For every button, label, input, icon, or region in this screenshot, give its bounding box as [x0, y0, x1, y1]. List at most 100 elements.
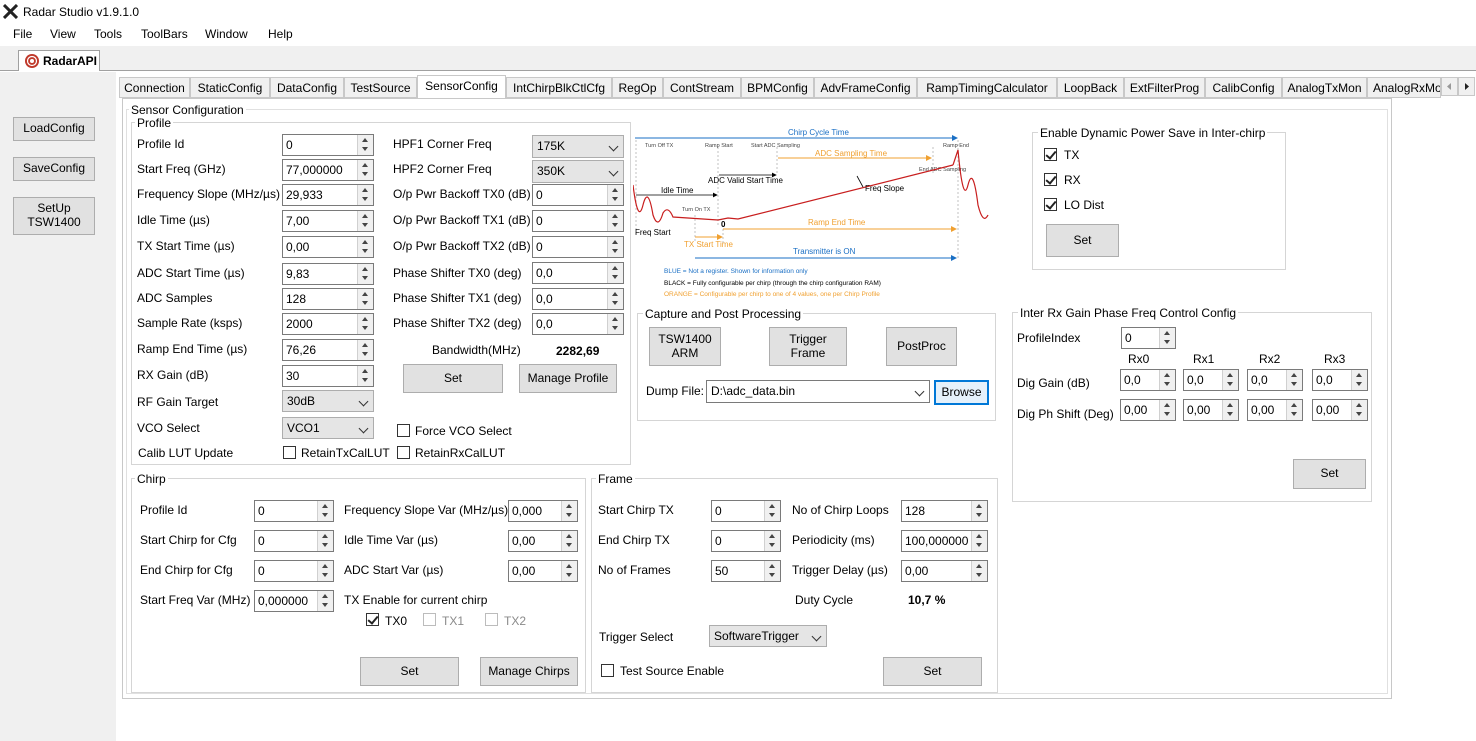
spin-icon[interactable] [561, 531, 577, 551]
spin-icon[interactable] [317, 501, 333, 521]
dig-ph-rx0-input[interactable]: 0,00 [1120, 399, 1176, 421]
tab-intchirpblkctlcfg[interactable]: IntChirpBlkCtlCfg [506, 77, 612, 98]
spin-icon[interactable] [1286, 400, 1302, 420]
phase-shifter-tx0-input[interactable]: 0,0 [532, 262, 624, 284]
tab-advframeconfig[interactable]: AdvFrameConfig [814, 77, 917, 98]
power-save-tx-checkbox[interactable] [1044, 148, 1057, 161]
start-chirp-tx-input[interactable]: 0 [711, 500, 781, 522]
spin-icon[interactable] [607, 211, 623, 231]
freq-slope-input[interactable]: 29,933 [282, 184, 374, 206]
tab-regop[interactable]: RegOp [612, 77, 663, 98]
dig-ph-rx3-input[interactable]: 0,00 [1312, 399, 1368, 421]
tab-connection[interactable]: Connection [119, 77, 190, 98]
trigger-delay-input[interactable]: 0,00 [901, 560, 988, 582]
spin-icon[interactable] [561, 561, 577, 581]
spin-icon[interactable] [1159, 400, 1175, 420]
sample-rate-input[interactable]: 2000 [282, 313, 374, 335]
menu-toolbars[interactable]: ToolBars [141, 27, 188, 41]
start-chirp-cfg-input[interactable]: 0 [254, 530, 334, 552]
spin-icon[interactable] [357, 289, 373, 309]
tab-dataconfig[interactable]: DataConfig [270, 77, 344, 98]
spin-icon[interactable] [971, 561, 987, 581]
tx-start-time-input[interactable]: 0,00 [282, 236, 374, 258]
pwr-backoff-tx0-input[interactable]: 0 [532, 184, 624, 206]
tsw1400-arm-button[interactable]: TSW1400 ARM [649, 327, 721, 366]
tx0-checkbox[interactable] [366, 613, 379, 626]
spin-icon[interactable] [607, 263, 623, 283]
vco-select[interactable]: VCO1 [282, 417, 374, 439]
no-of-frames-input[interactable]: 50 [711, 560, 781, 582]
document-tab-radarapi[interactable]: RadarAPI [18, 50, 100, 71]
tab-analogtxmon[interactable]: AnalogTxMon [1282, 77, 1367, 98]
power-save-lo-checkbox[interactable] [1044, 198, 1057, 211]
dump-file-combo[interactable]: D:\adc_data.bin [706, 380, 930, 403]
spin-icon[interactable] [1286, 370, 1302, 390]
profile-set-button[interactable]: Set [403, 364, 503, 393]
menu-window[interactable]: Window [205, 27, 248, 41]
start-freq-var-input[interactable]: 0,000000 [254, 590, 334, 612]
tab-calibconfig[interactable]: CalibConfig [1205, 77, 1282, 98]
tx1-checkbox[interactable] [423, 613, 436, 626]
freq-slope-var-input[interactable]: 0,000 [508, 500, 578, 522]
menu-tools[interactable]: Tools [94, 27, 122, 41]
manage-chirps-button[interactable]: Manage Chirps [480, 657, 578, 686]
profile-index-input[interactable]: 0 [1121, 327, 1176, 349]
rx-gain-set-button[interactable]: Set [1293, 459, 1366, 489]
chirp-loops-input[interactable]: 128 [901, 500, 988, 522]
spin-icon[interactable] [607, 185, 623, 205]
postproc-button[interactable]: PostProc [886, 327, 957, 366]
frame-set-button[interactable]: Set [883, 657, 982, 686]
spin-icon[interactable] [357, 264, 373, 284]
spin-icon[interactable] [561, 501, 577, 521]
profile-id-input[interactable]: 0 [282, 134, 374, 156]
power-save-set-button[interactable]: Set [1046, 224, 1119, 257]
adc-start-time-input[interactable]: 9,83 [282, 263, 374, 285]
spin-icon[interactable] [1351, 370, 1367, 390]
idle-time-var-input[interactable]: 0,00 [508, 530, 578, 552]
tab-loopback[interactable]: LoopBack [1057, 77, 1124, 98]
spin-icon[interactable] [764, 531, 780, 551]
spin-icon[interactable] [357, 185, 373, 205]
dig-ph-rx2-input[interactable]: 0,00 [1247, 399, 1303, 421]
end-chirp-cfg-input[interactable]: 0 [254, 560, 334, 582]
spin-icon[interactable] [317, 531, 333, 551]
force-vco-checkbox[interactable] [397, 424, 410, 437]
dig-gain-rx2-input[interactable]: 0,0 [1247, 369, 1303, 391]
spin-icon[interactable] [971, 501, 987, 521]
menu-file[interactable]: File [13, 27, 32, 41]
tx2-checkbox[interactable] [485, 613, 498, 626]
tab-scroll-left[interactable] [1441, 77, 1458, 96]
phase-shifter-tx1-input[interactable]: 0,0 [532, 288, 624, 310]
spin-icon[interactable] [317, 561, 333, 581]
rf-gain-target-select[interactable]: 30dB [282, 390, 374, 412]
spin-icon[interactable] [357, 160, 373, 180]
phase-shifter-tx2-input[interactable]: 0,0 [532, 313, 624, 335]
spin-icon[interactable] [607, 237, 623, 257]
spin-icon[interactable] [357, 237, 373, 257]
rx-gain-input[interactable]: 30 [282, 365, 374, 387]
adc-samples-input[interactable]: 128 [282, 288, 374, 310]
retain-tx-cal-checkbox[interactable] [283, 446, 296, 459]
dig-ph-rx1-input[interactable]: 0,00 [1183, 399, 1239, 421]
power-save-rx-checkbox[interactable] [1044, 173, 1057, 186]
trigger-frame-button[interactable]: Trigger Frame [769, 327, 847, 366]
dig-gain-rx0-input[interactable]: 0,0 [1120, 369, 1176, 391]
tab-ramptimingcalculator[interactable]: RampTimingCalculator [917, 77, 1057, 98]
hpf2-select[interactable]: 350K [532, 160, 624, 183]
tab-contstream[interactable]: ContStream [663, 77, 741, 98]
spin-icon[interactable] [1159, 370, 1175, 390]
spin-icon[interactable] [1222, 370, 1238, 390]
trigger-select[interactable]: SoftwareTrigger [709, 625, 827, 647]
spin-icon[interactable] [971, 531, 987, 551]
spin-icon[interactable] [357, 135, 373, 155]
setup-tsw1400-button[interactable]: SetUp TSW1400 [13, 197, 95, 235]
chirp-profile-id-input[interactable]: 0 [254, 500, 334, 522]
spin-icon[interactable] [607, 289, 623, 309]
browse-button[interactable]: Browse [934, 380, 989, 405]
spin-icon[interactable] [357, 366, 373, 386]
pwr-backoff-tx1-input[interactable]: 0 [532, 210, 624, 232]
menu-help[interactable]: Help [268, 27, 293, 41]
spin-icon[interactable] [1351, 400, 1367, 420]
dig-gain-rx3-input[interactable]: 0,0 [1312, 369, 1368, 391]
spin-icon[interactable] [357, 340, 373, 360]
